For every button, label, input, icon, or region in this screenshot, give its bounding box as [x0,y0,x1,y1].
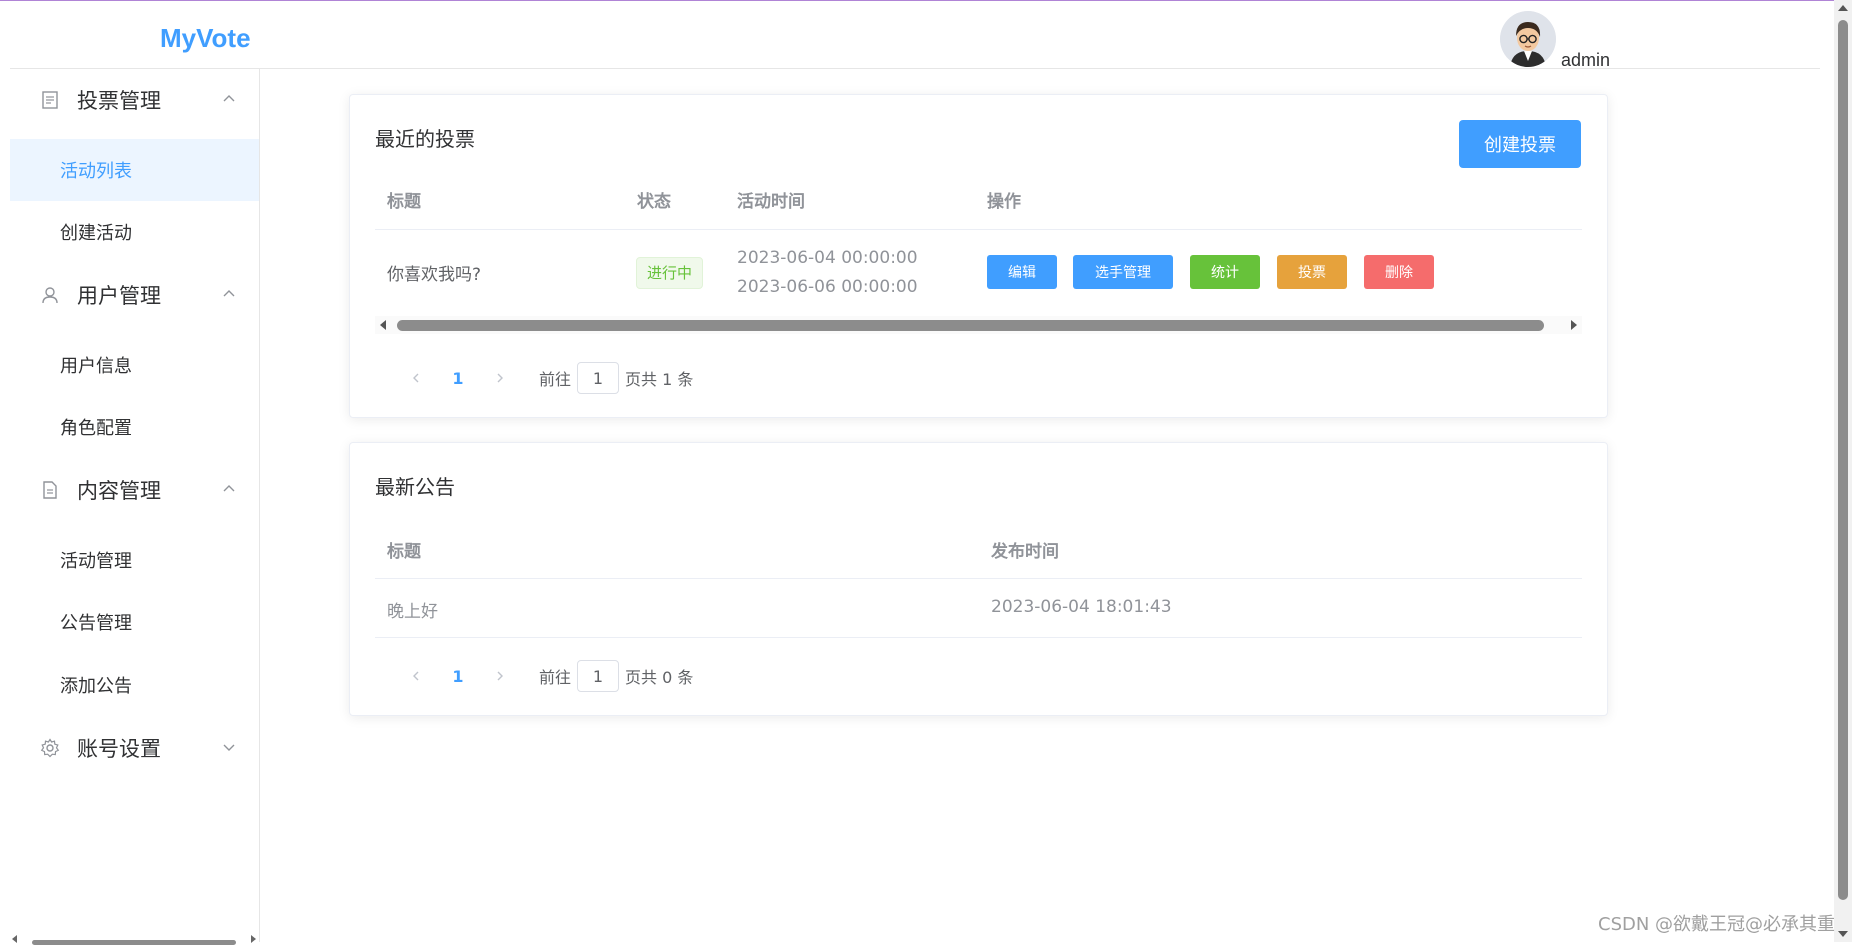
menu-item-label: 公告管理 [60,613,132,634]
user-icon [42,287,58,304]
next-page-button[interactable] [489,665,511,687]
watermark: CSDN @欲戴王冠@必承其重 [1598,914,1836,935]
gear-icon [40,738,60,758]
latest-notices-card: 最新公告 标题 发布时间 晚上好 2023-06-04 18:01:43 1 前… [349,442,1608,716]
card-title: 最近的投票 [375,127,475,151]
goto-suffix: 页 [625,370,642,389]
menu-item-activity-list[interactable]: 活动列表 [10,139,259,201]
submenu-label: 投票管理 [77,89,161,113]
submenu-label: 内容管理 [77,479,161,503]
delete-button[interactable]: 删除 [1364,255,1434,289]
pagination: 1 前往 页 共 1 条 [405,361,693,395]
edit-button[interactable]: 编辑 [987,255,1057,289]
vote-start-time: 2023-06-04 00:00:00 [737,248,918,268]
menu-item-notice-management[interactable]: 公告管理 [10,591,259,653]
prev-page-button[interactable] [405,367,427,389]
notice-title-cell: 晚上好 [387,602,438,622]
column-header-status: 状态 [637,192,671,212]
candidate-management-button[interactable]: 选手管理 [1073,255,1173,289]
create-vote-button[interactable]: 创建投票 [1459,120,1581,168]
scrollbar-thumb[interactable] [397,320,1544,331]
column-header-publish-time: 发布时间 [991,542,1059,562]
goto-page-input[interactable] [577,362,620,394]
menu-item-label: 添加公告 [60,676,132,697]
scrollbar-thumb[interactable] [1838,20,1848,900]
submenu-label: 账号设置 [77,737,161,761]
status-badge: 进行中 [636,257,704,289]
menu-item-role-config[interactable]: 角色配置 [10,396,259,458]
scroll-down-arrow-icon[interactable] [1838,931,1848,937]
goto-page-input[interactable] [577,660,620,692]
page-number[interactable]: 1 [443,369,473,388]
header-divider [375,578,1582,579]
avatar[interactable] [1500,11,1556,67]
brand-logo[interactable]: MyVote [160,23,251,54]
menu-item-activity-management[interactable]: 活动管理 [10,529,259,591]
column-header-time: 活动时间 [737,192,805,212]
top-accent-line [0,0,1852,1]
file-icon [43,481,57,499]
menu-item-label: 活动管理 [60,551,132,572]
submenu-vote-management[interactable]: 投票管理 [10,69,259,131]
chevron-up-icon [223,290,235,297]
document-icon [42,91,58,109]
menu-item-label: 角色配置 [60,418,132,439]
row-divider [375,637,1582,638]
submenu-account-settings[interactable]: 账号设置 [10,717,259,779]
page-vertical-scrollbar[interactable] [1834,0,1852,942]
vote-end-time: 2023-06-06 00:00:00 [737,277,918,297]
menu-item-add-notice[interactable]: 添加公告 [10,654,259,716]
menu-item-create-activity[interactable]: 创建活动 [10,201,259,263]
column-header-title: 标题 [387,192,421,212]
header-divider [10,68,1820,69]
goto-suffix: 页 [625,668,642,687]
total-count: 共 0 条 [641,668,694,687]
menu-item-label: 用户信息 [60,356,132,377]
scroll-right-arrow-icon[interactable] [1571,320,1577,330]
vote-title-cell: 你喜欢我吗? [387,265,482,285]
recent-votes-card: 最近的投票 创建投票 标题 状态 活动时间 操作 你喜欢我吗? 进行中 2023… [349,94,1608,418]
menu-item-user-info[interactable]: 用户信息 [10,334,259,396]
vote-button[interactable]: 投票 [1277,255,1347,289]
chevron-right-icon [497,373,503,383]
sidebar: 投票管理 活动列表 创建活动 用户管理 用户信息 角色配置 内容管理 活动管理 … [10,69,260,942]
statistics-button[interactable]: 统计 [1190,255,1260,289]
scroll-up-arrow-icon[interactable] [1838,5,1848,11]
menu-item-label: 创建活动 [60,223,132,244]
submenu-user-management[interactable]: 用户管理 [10,264,259,326]
menu-item-label: 活动列表 [60,161,132,182]
scroll-left-arrow-icon[interactable] [380,320,386,330]
goto-label: 前往 [539,668,572,687]
chevron-left-icon [413,373,419,383]
submenu-label: 用户管理 [77,284,161,308]
chevron-right-icon [497,671,503,681]
sidebar-scrollbar[interactable] [10,930,258,945]
column-header-actions: 操作 [987,192,1021,212]
chevron-left-icon [413,671,419,681]
prev-page-button[interactable] [405,665,427,687]
table-horizontal-scrollbar[interactable] [375,316,1582,334]
page-number[interactable]: 1 [443,667,473,686]
avatar-icon [1500,11,1556,67]
goto-label: 前往 [539,370,572,389]
chevron-up-icon [223,95,235,102]
total-count: 共 1 条 [641,370,694,389]
submenu-content-management[interactable]: 内容管理 [10,459,259,521]
chevron-down-icon [223,744,235,751]
next-page-button[interactable] [489,367,511,389]
notice-time-cell: 2023-06-04 18:01:43 [991,597,1172,617]
chevron-up-icon [223,485,235,492]
header-divider [375,229,1582,230]
pagination: 1 前往 页 共 0 条 [405,659,693,693]
column-header-title: 标题 [387,542,421,562]
card-title: 最新公告 [375,475,455,499]
